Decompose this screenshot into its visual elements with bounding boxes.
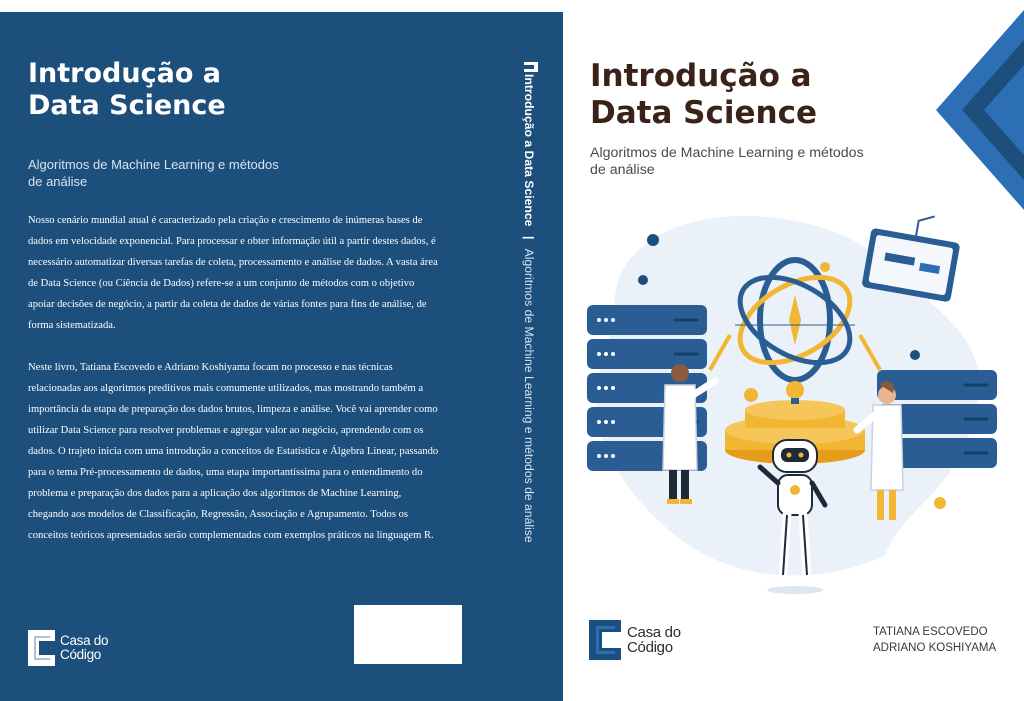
back-title-line1: Introdução a bbox=[28, 58, 221, 89]
dot-3 bbox=[910, 350, 920, 360]
back-subtitle-line1: Algoritmos de Machine Learning e métodos bbox=[28, 157, 279, 172]
front-cover: Introdução a Data Science Algoritmos de … bbox=[563, 0, 1024, 701]
dot-4 bbox=[744, 388, 758, 402]
front-cover-subtitle: Algoritmos de Machine Learning e métodos… bbox=[590, 145, 910, 179]
dot-2 bbox=[638, 275, 648, 285]
front-publisher-line2: Código bbox=[627, 639, 673, 656]
back-publisher-name: Casa do Código bbox=[60, 634, 108, 662]
barcode-placeholder bbox=[354, 605, 462, 664]
front-publisher-logo: Casa do Código bbox=[589, 620, 681, 660]
corner-chevron-decoration bbox=[936, 10, 1024, 210]
spine-separator: | bbox=[522, 235, 536, 240]
back-cover-subtitle: Algoritmos de Machine Learning e métodos… bbox=[28, 156, 298, 190]
data-science-illustration bbox=[587, 215, 997, 594]
front-title-line2: Data Science bbox=[590, 95, 818, 131]
monitor-icon bbox=[862, 215, 960, 302]
back-publisher-line2: Código bbox=[60, 647, 101, 662]
front-subtitle-line1: Algoritmos de Machine Learning e métodos bbox=[590, 145, 864, 161]
back-publisher-line1: Casa do bbox=[60, 633, 109, 648]
back-publisher-logo: Casa do Código bbox=[28, 630, 108, 666]
back-cover-blurb: Nosso cenário mundial atual é caracteriz… bbox=[28, 210, 440, 567]
back-cover: Introdução a Data Science Algoritmos de … bbox=[0, 12, 500, 701]
front-publisher-name: Casa do Código bbox=[627, 625, 681, 655]
spine-subtitle: Algoritmos de Machine Learning e métodos… bbox=[522, 248, 536, 543]
casa-do-codigo-logo-icon bbox=[28, 630, 55, 666]
front-subtitle-line2: de análise bbox=[590, 162, 655, 178]
spine: Introdução a Data Science | Algoritmos d… bbox=[500, 12, 563, 701]
spine-text: Introdução a Data Science | Algoritmos d… bbox=[522, 74, 536, 543]
author-2: ADRIANO KOSHIYAMA bbox=[873, 642, 997, 654]
dot-5 bbox=[934, 497, 946, 509]
casa-do-codigo-logo-icon bbox=[589, 620, 621, 660]
dot-6 bbox=[820, 262, 830, 272]
front-cover-title: Introdução a Data Science bbox=[590, 58, 890, 132]
author-1: TATIANA ESCOVEDO bbox=[873, 626, 988, 638]
dot-1 bbox=[647, 234, 659, 246]
back-title-line2: Data Science bbox=[28, 90, 226, 121]
blurb-paragraph-1: Nosso cenário mundial atual é caracteriz… bbox=[28, 215, 438, 331]
spine-logo-icon bbox=[524, 62, 538, 72]
back-cover-title: Introdução a Data Science bbox=[28, 58, 328, 122]
back-subtitle-line2: de análise bbox=[28, 174, 88, 189]
authors: TATIANA ESCOVEDO ADRIANO KOSHIYAMA bbox=[873, 624, 1023, 656]
front-title-line1: Introdução a bbox=[590, 58, 812, 94]
blurb-paragraph-2: Neste livro, Tatiana Escovedo e Adriano … bbox=[28, 362, 439, 541]
spine-title: Introdução a Data Science bbox=[522, 74, 536, 227]
